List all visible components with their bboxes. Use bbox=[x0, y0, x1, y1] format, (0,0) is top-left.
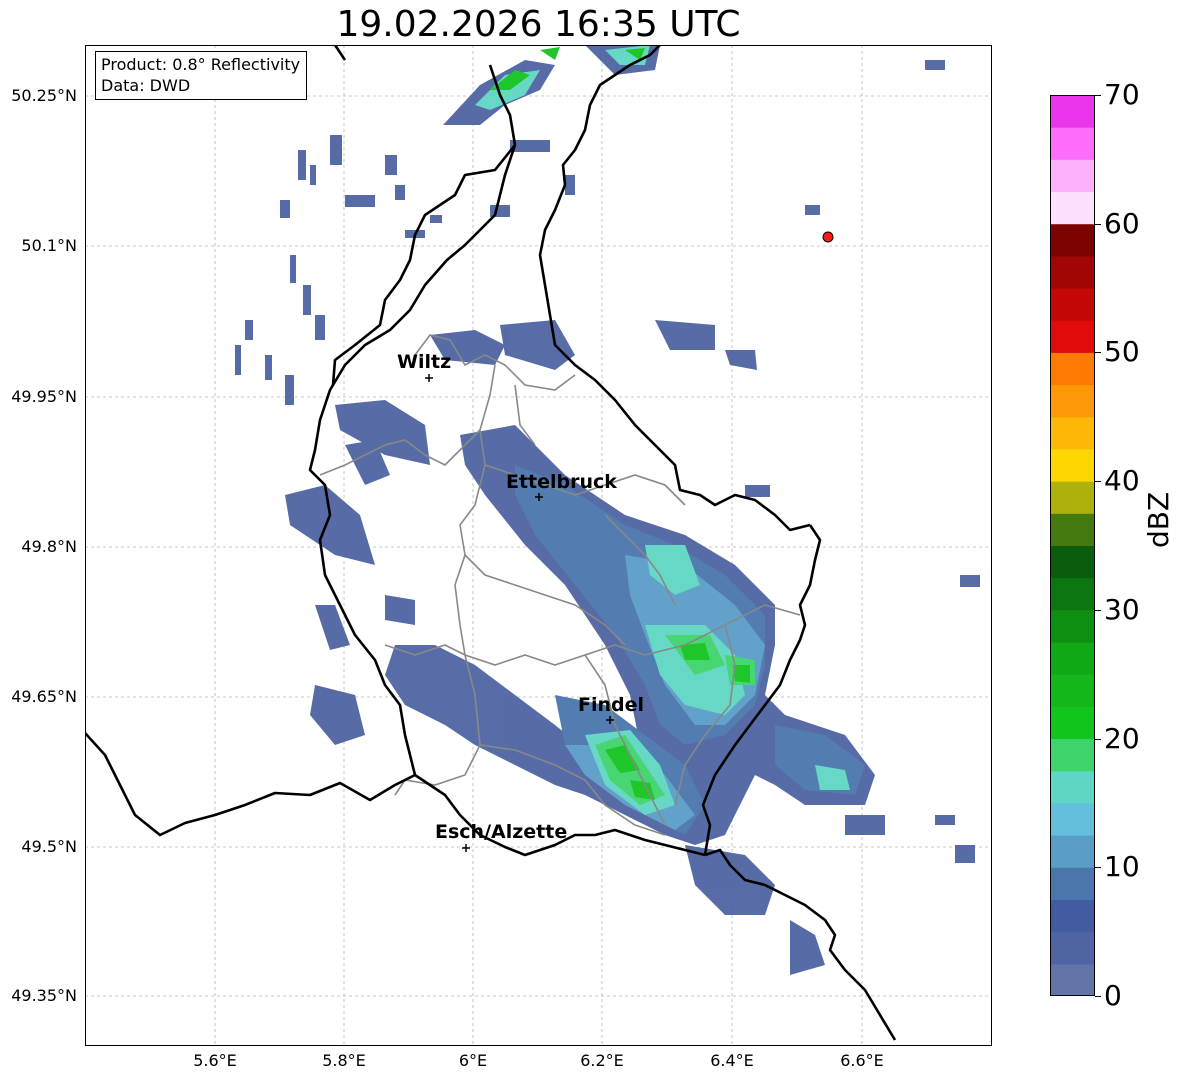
colorbar-segment bbox=[1050, 802, 1095, 836]
colorbar-tick-mark bbox=[1095, 352, 1101, 354]
colorbar-tick-mark bbox=[1095, 609, 1101, 611]
city-label-findel: Findel bbox=[578, 694, 644, 716]
colorbar-segment bbox=[1050, 448, 1095, 482]
colorbar-segment bbox=[1050, 577, 1095, 611]
lon-tick-label: 6.4°E bbox=[710, 1051, 754, 1070]
product-label: Product: 0.8° Reflectivity bbox=[101, 55, 301, 74]
colorbar-segment bbox=[1050, 835, 1095, 868]
lat-tick-label: 50.1°N bbox=[21, 236, 77, 255]
lat-tick-label: 49.95°N bbox=[11, 387, 77, 406]
colorbar-tick-mark bbox=[1095, 481, 1101, 483]
marker-point bbox=[822, 231, 834, 243]
city-label-ettelbruck: Ettelbruck bbox=[506, 471, 617, 493]
colorbar bbox=[1050, 95, 1095, 996]
colorbar-segment bbox=[1050, 899, 1095, 933]
colorbar-segment bbox=[1050, 352, 1095, 386]
map-title: 19.02.2026 16:35 UTC bbox=[336, 4, 741, 45]
radar-map: Wiltz Ettelbruck Findel Esch/Alzette bbox=[85, 45, 992, 1046]
colorbar-tick-label: 40 bbox=[1104, 464, 1140, 498]
colorbar-tick-mark bbox=[1095, 996, 1101, 997]
colorbar-label: dBZ bbox=[1142, 491, 1175, 548]
colorbar-tick-label: 0 bbox=[1104, 979, 1122, 1012]
colorbar-tick-mark bbox=[1095, 95, 1101, 96]
lon-tick-label: 6°E bbox=[458, 1051, 488, 1070]
lon-tick-label: 5.6°E bbox=[193, 1051, 237, 1070]
colorbar-segment bbox=[1050, 674, 1095, 707]
lat-tick-label: 49.65°N bbox=[11, 687, 77, 706]
colorbar-tick-label: 70 bbox=[1104, 78, 1140, 111]
colorbar-segment bbox=[1050, 931, 1095, 965]
colorbar-segment bbox=[1050, 320, 1095, 353]
colorbar-segment bbox=[1050, 159, 1095, 193]
colorbar-segment bbox=[1050, 609, 1095, 643]
colorbar-segment bbox=[1050, 95, 1095, 128]
colorbar-tick-mark bbox=[1095, 738, 1101, 740]
colorbar-tick-label: 20 bbox=[1104, 721, 1140, 755]
colorbar-segment bbox=[1050, 416, 1095, 450]
city-label-wiltz: Wiltz bbox=[397, 351, 451, 373]
colorbar-tick-mark bbox=[1095, 223, 1101, 225]
colorbar-segment bbox=[1050, 867, 1095, 900]
colorbar-segment bbox=[1050, 963, 1095, 996]
colorbar-segment bbox=[1050, 706, 1095, 740]
lon-tick-label: 6.6°E bbox=[840, 1051, 884, 1070]
colorbar-segment bbox=[1050, 127, 1095, 160]
colorbar-segment bbox=[1050, 481, 1095, 514]
colorbar-tick-mark bbox=[1095, 867, 1101, 869]
colorbar-tick-label: 50 bbox=[1104, 335, 1140, 369]
colorbar-segment bbox=[1050, 384, 1095, 418]
lat-tick-label: 49.5°N bbox=[21, 837, 77, 856]
lat-tick-label: 49.8°N bbox=[21, 537, 77, 556]
product-info-box: Product: 0.8° Reflectivity Data: DWD bbox=[95, 51, 308, 100]
lon-tick-label: 5.8°E bbox=[322, 1051, 366, 1070]
lon-tick-label: 6.2°E bbox=[580, 1051, 624, 1070]
colorbar-segment bbox=[1050, 738, 1095, 772]
colorbar-segment bbox=[1050, 288, 1095, 321]
colorbar-tick-label: 60 bbox=[1104, 206, 1140, 240]
colorbar-segment bbox=[1050, 223, 1095, 257]
colorbar-segment bbox=[1050, 255, 1095, 289]
colorbar-segment bbox=[1050, 513, 1095, 546]
lat-tick-label: 50.25°N bbox=[11, 86, 77, 105]
city-label-esch: Esch/Alzette bbox=[435, 821, 567, 843]
colorbar-tick-label: 10 bbox=[1104, 850, 1140, 884]
colorbar-tick-label: 30 bbox=[1104, 592, 1140, 626]
colorbar-segment bbox=[1050, 770, 1095, 804]
lat-tick-label: 49.35°N bbox=[11, 986, 77, 1005]
colorbar-segment bbox=[1050, 545, 1095, 579]
colorbar-segment bbox=[1050, 642, 1095, 675]
colorbar-segment bbox=[1050, 191, 1095, 225]
data-source-label: Data: DWD bbox=[101, 76, 191, 95]
